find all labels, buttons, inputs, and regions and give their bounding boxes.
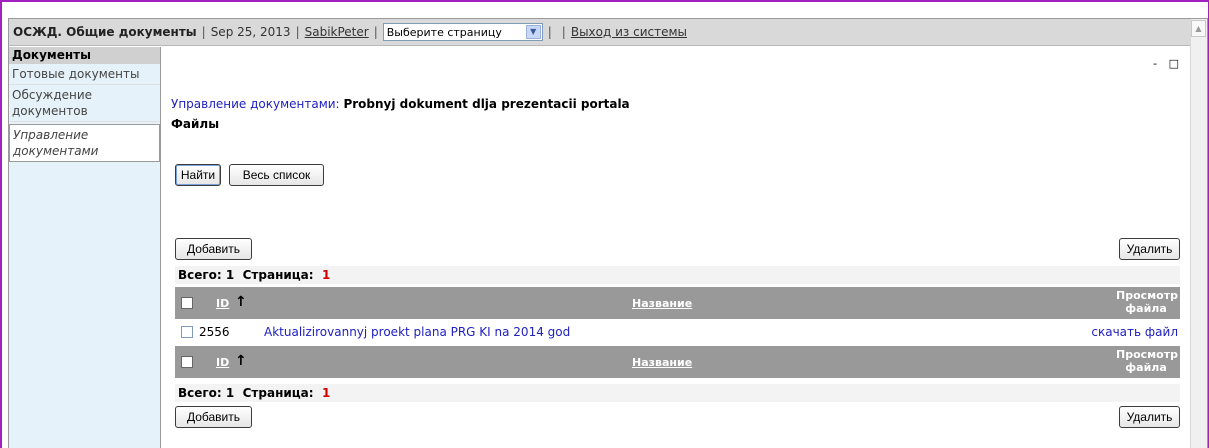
user-link[interactable]: SabikPeter [305,25,369,39]
total-bar-bottom: Всего: 1 Страница: 1 [175,384,1180,402]
grid-header-bottom: ID ↑ Название Просмотр файла [175,346,1180,378]
find-button[interactable]: Найти [175,164,221,186]
page-label: Страница: [242,268,314,282]
column-header-name[interactable]: Название [632,297,692,310]
vertical-scrollbar[interactable]: ▲ [1190,19,1207,448]
delete-button-top[interactable]: Удалить [1119,238,1180,260]
row-id: 2556 [199,325,230,339]
page-select-dropdown[interactable]: Выберите страницу ▼ [382,23,543,41]
grid-header-top: ID ↑ Название Просмотр файла [175,287,1180,319]
column-header-view: Просмотр файла [1116,289,1178,315]
page-number: 1 [321,386,331,400]
scroll-up-arrow-icon[interactable]: ▲ [1191,20,1206,37]
page-select-value: Выберите страницу [386,25,502,39]
total-value: 1 [225,268,235,282]
sidebar-item-document-management[interactable]: Управление документами [9,124,160,162]
select-all-checkbox[interactable] [181,297,193,309]
main-content: - □ Управление документами: Probnyj doku… [162,47,1191,448]
column-header-view: Просмотр файла [1116,348,1178,374]
current-date: Sep 25, 2013 [210,25,291,39]
row-checkbox[interactable] [181,326,193,338]
sort-arrow-icon: ↑ [235,353,247,369]
row-name-link[interactable]: Aktualizirovannyj proekt plana PRG KI na… [264,322,570,342]
page-number: 1 [321,268,331,282]
separator: | [373,25,378,39]
separator: | [561,25,566,39]
chevron-down-icon[interactable]: ▼ [525,25,541,39]
breadcrumb-link[interactable]: Управление документами: [171,97,340,111]
add-button-bottom[interactable]: Добавить [175,406,252,428]
sort-arrow-icon: ↑ [235,294,247,310]
all-list-button[interactable]: Весь список [229,164,324,186]
column-header-id[interactable]: ID [216,297,229,310]
app-title: ОСЖД. Общие документы [13,25,197,39]
browser-content-window: ОСЖД. Общие документы | Sep 25, 2013 | S… [8,18,1208,448]
total-value: 1 [225,386,235,400]
outer-frame-left [0,0,2,448]
total-bar-top: Всего: 1 Страница: 1 [175,266,1180,284]
total-label: Всего: [178,386,222,400]
section-title: Файлы [171,117,220,131]
top-bar: ОСЖД. Общие документы | Sep 25, 2013 | S… [9,19,1191,46]
sidebar-item-ready-documents[interactable]: Готовые документы [9,64,160,85]
document-title: Probnyj dokument dlja prezentacii portal… [343,97,630,111]
logout-link[interactable]: Выход из системы [571,25,687,39]
sidebar-heading: Документы [9,47,160,64]
separator: | [201,25,206,39]
column-header-name[interactable]: Название [632,356,692,369]
page-label: Страница: [242,386,314,400]
breadcrumb: Управление документами: Probnyj dokument… [171,97,630,111]
total-label: Всего: [178,268,222,282]
sidebar: Документы Готовые документы Обсуждение д… [9,47,161,448]
table-row: 2556 Aktualizirovannyj proekt plana PRG … [175,322,1180,342]
add-button-top[interactable]: Добавить [175,238,252,260]
delete-button-bottom[interactable]: Удалить [1119,406,1180,428]
select-all-checkbox[interactable] [181,356,193,368]
sidebar-item-document-discussion[interactable]: Обсуждение документов [9,85,160,122]
separator: | [295,25,300,39]
outer-frame-top [0,0,1209,5]
separator: | [547,25,552,39]
column-header-id[interactable]: ID [216,356,229,369]
download-file-link[interactable]: скачать файл [1091,322,1178,342]
portlet-window-controls[interactable]: - □ [1153,57,1183,70]
